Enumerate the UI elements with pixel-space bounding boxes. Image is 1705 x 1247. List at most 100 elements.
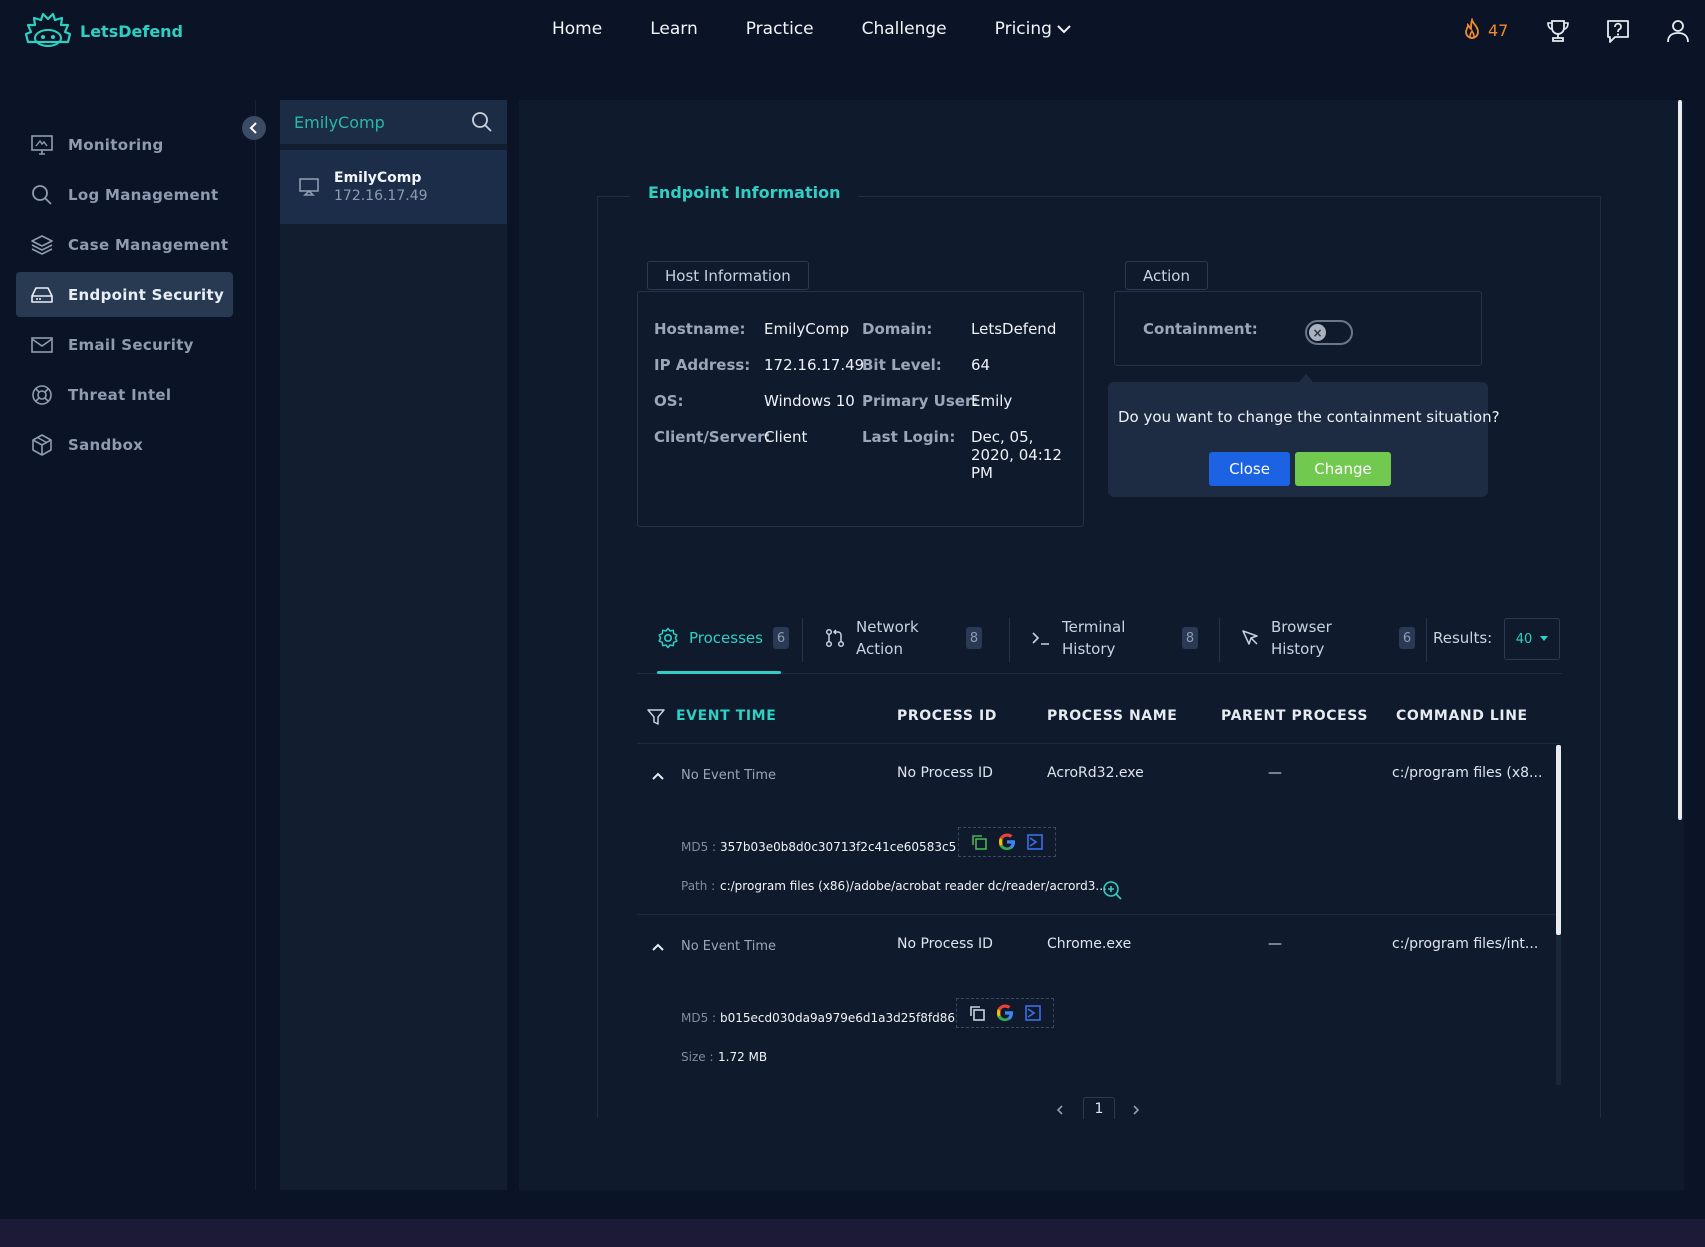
main-scrollbar[interactable] xyxy=(1678,100,1682,820)
sidebar-item-label: Sandbox xyxy=(68,435,144,454)
containment-toggle[interactable]: × xyxy=(1305,320,1353,345)
sidebar-item-sandbox[interactable]: Sandbox xyxy=(16,422,233,467)
endpoint-tabs: Processes 6 Network Action 8 Terminal Hi… xyxy=(637,612,1562,674)
row1-command-line: c:/program files (x8... xyxy=(1392,765,1543,781)
tab-browser-history-label: Browser History xyxy=(1271,616,1389,660)
os-label: OS: xyxy=(654,392,684,410)
column-header-event-time[interactable]: EVENT TIME xyxy=(676,708,776,724)
row2-size-label: Size : xyxy=(681,1050,714,1064)
row2-process-name: Chrome.exe xyxy=(1047,936,1132,952)
results-per-page-select[interactable]: 40 xyxy=(1504,618,1560,660)
table-scrollbar-thumb[interactable] xyxy=(1556,745,1561,935)
tab-divider xyxy=(802,618,803,662)
help-icon[interactable] xyxy=(1605,18,1631,44)
streak-value: 47 xyxy=(1488,20,1509,40)
active-tab-indicator xyxy=(657,671,781,674)
pager-current-page[interactable]: 1 xyxy=(1083,1097,1115,1119)
hostname-label: Hostname: xyxy=(654,320,746,338)
close-button[interactable]: Close xyxy=(1209,452,1290,486)
bottom-bar xyxy=(0,1219,1705,1247)
sidebar-item-endpoint-security[interactable]: Endpoint Security xyxy=(16,272,233,317)
nav-practice[interactable]: Practice xyxy=(746,19,814,39)
monitor-icon xyxy=(299,178,319,196)
column-header-process-id[interactable]: PROCESS ID xyxy=(897,708,997,724)
domain-label: Domain: xyxy=(862,320,933,338)
tab-network-action-count: 8 xyxy=(966,627,982,649)
tab-browser-history-label-line1: Browser xyxy=(1271,618,1332,636)
tab-divider xyxy=(1426,618,1427,662)
nav-challenge[interactable]: Challenge xyxy=(862,19,947,39)
column-header-process-name[interactable]: PROCESS NAME xyxy=(1047,708,1177,724)
next-page-icon[interactable] xyxy=(1130,1104,1142,1116)
tab-terminal-history-label-line2: History xyxy=(1062,640,1116,658)
hostname-value: EmilyComp xyxy=(764,320,850,338)
row1-path-value: c:/program files (x86)/adobe/acrobat rea… xyxy=(720,879,1107,893)
column-header-parent-process[interactable]: PARENT PROCESS xyxy=(1221,708,1368,724)
action-tab: Action xyxy=(1125,261,1208,290)
row2-event-time: No Event Time xyxy=(681,939,776,954)
trophy-icon[interactable] xyxy=(1545,18,1571,44)
sidebar-item-case-management[interactable]: Case Management xyxy=(16,222,233,267)
host-result-item[interactable]: EmilyComp 172.16.17.49 xyxy=(280,150,507,224)
user-profile-icon[interactable] xyxy=(1665,18,1691,44)
row2-process-id: No Process ID xyxy=(897,936,993,952)
tab-divider xyxy=(1009,618,1010,662)
sidebar-item-label: Threat Intel xyxy=(68,385,172,404)
tab-browser-history[interactable]: Browser History 6 xyxy=(1239,612,1419,664)
filter-icon[interactable] xyxy=(646,707,666,727)
change-button[interactable]: Change xyxy=(1295,452,1391,486)
flame-icon xyxy=(1465,18,1479,39)
endpoint-search-input[interactable] xyxy=(294,112,464,132)
virustotal-icon[interactable] xyxy=(1024,1004,1042,1022)
streak-counter[interactable]: 47 xyxy=(1460,18,1508,42)
gear-icon xyxy=(658,627,678,649)
os-value: Windows 10 xyxy=(764,392,855,410)
tab-processes-label: Processes xyxy=(689,629,763,647)
table-scrollbar[interactable] xyxy=(1556,745,1561,1085)
last-login-value-line1: Dec, 05, xyxy=(971,428,1034,446)
copy-icon[interactable] xyxy=(970,833,988,851)
row1-md5-label: MD5 : xyxy=(681,840,717,854)
nav-pricing[interactable]: Pricing xyxy=(995,19,1072,39)
row2-md5-label: MD5 : xyxy=(681,1011,717,1025)
zoom-in-icon[interactable] xyxy=(1101,879,1123,901)
virustotal-icon[interactable] xyxy=(1026,833,1044,851)
sidebar-item-email-security[interactable]: Email Security xyxy=(16,322,233,367)
row2-hash-actions xyxy=(956,998,1054,1028)
row1-hash-actions xyxy=(958,827,1056,857)
chevron-up-icon[interactable] xyxy=(651,769,665,783)
nav-learn[interactable]: Learn xyxy=(650,19,698,39)
tab-processes[interactable]: Processes 6 xyxy=(657,612,789,664)
brand-logo[interactable]: LetsDefend xyxy=(24,12,183,50)
sidebar-collapse-button[interactable] xyxy=(242,116,266,140)
column-header-command-line[interactable]: COMMAND LINE xyxy=(1396,708,1528,724)
endpoint-information-title: Endpoint Information xyxy=(630,183,859,202)
tab-terminal-history-label-line1: Terminal xyxy=(1062,618,1126,636)
nav-home[interactable]: Home xyxy=(552,19,602,39)
sidebar-item-threat-intel[interactable]: Threat Intel xyxy=(16,372,233,417)
tab-network-action[interactable]: Network Action 8 xyxy=(824,612,994,664)
hard-drive-icon xyxy=(31,286,53,303)
ip-address-value: 172.16.17.49 xyxy=(764,356,865,374)
monitor-icon xyxy=(31,134,53,155)
client-server-label: Client/Server: xyxy=(654,428,771,446)
brand-name: LetsDefend xyxy=(80,21,184,41)
prev-page-icon[interactable] xyxy=(1054,1104,1066,1116)
sidebar-item-log-management[interactable]: Log Management xyxy=(16,172,233,217)
client-server-value: Client xyxy=(764,428,808,446)
search-icon[interactable] xyxy=(471,111,493,133)
popover-message: Do you want to change the containment si… xyxy=(1118,408,1500,426)
main-nav-links: Home Learn Practice Challenge Pricing xyxy=(552,19,1120,39)
google-icon[interactable] xyxy=(995,1003,1015,1023)
tab-terminal-history[interactable]: Terminal History 8 xyxy=(1030,612,1204,664)
results-label: Results: xyxy=(1433,629,1493,647)
chevron-up-icon[interactable] xyxy=(651,940,665,954)
row1-md5-value: 357b03e0b8d0c30713f2c41ce60583c5 xyxy=(720,840,957,854)
last-login-value-line3: PM xyxy=(971,464,993,482)
google-icon[interactable] xyxy=(997,832,1017,852)
row1-path-label: Path : xyxy=(681,879,716,893)
copy-icon[interactable] xyxy=(968,1004,986,1022)
close-icon: × xyxy=(1309,324,1326,341)
sidebar-item-monitoring[interactable]: Monitoring xyxy=(16,122,233,167)
host-result-name: EmilyComp xyxy=(334,170,422,186)
